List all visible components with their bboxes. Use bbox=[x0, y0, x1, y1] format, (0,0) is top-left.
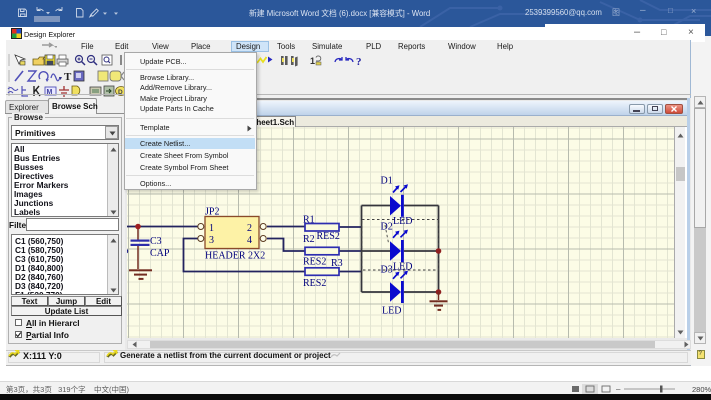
svg-text:RES2: RES2 bbox=[303, 278, 326, 289]
svg-text:D1: D1 bbox=[381, 176, 393, 187]
svg-text:HEADER 2X2: HEADER 2X2 bbox=[205, 251, 265, 262]
svg-text:1: 1 bbox=[310, 56, 315, 66]
svg-text:?: ? bbox=[356, 56, 362, 67]
svg-text:1: 1 bbox=[209, 223, 214, 234]
svg-text:T: T bbox=[64, 71, 72, 83]
svg-text:LED: LED bbox=[393, 216, 412, 227]
svg-text:D2: D2 bbox=[381, 222, 393, 233]
svg-text:R2: R2 bbox=[303, 234, 315, 245]
svg-text:CAP: CAP bbox=[150, 248, 170, 259]
svg-text:RES2: RES2 bbox=[303, 257, 326, 268]
svg-text:–: – bbox=[616, 385, 621, 394]
svg-text:4: 4 bbox=[247, 235, 252, 246]
svg-text:JP2: JP2 bbox=[205, 207, 219, 218]
svg-text:D3: D3 bbox=[381, 265, 393, 276]
svg-text:LED: LED bbox=[393, 262, 412, 273]
svg-text:LED: LED bbox=[382, 306, 401, 317]
svg-text:3: 3 bbox=[209, 235, 214, 246]
svg-text:2: 2 bbox=[247, 223, 252, 234]
svg-text:R1: R1 bbox=[303, 215, 315, 226]
svg-text:RES2: RES2 bbox=[317, 231, 340, 242]
svg-text:R3: R3 bbox=[331, 258, 343, 269]
svg-text:P: P bbox=[127, 248, 129, 259]
svg-text:280%: 280% bbox=[692, 385, 711, 394]
svg-text:C3: C3 bbox=[150, 236, 162, 247]
